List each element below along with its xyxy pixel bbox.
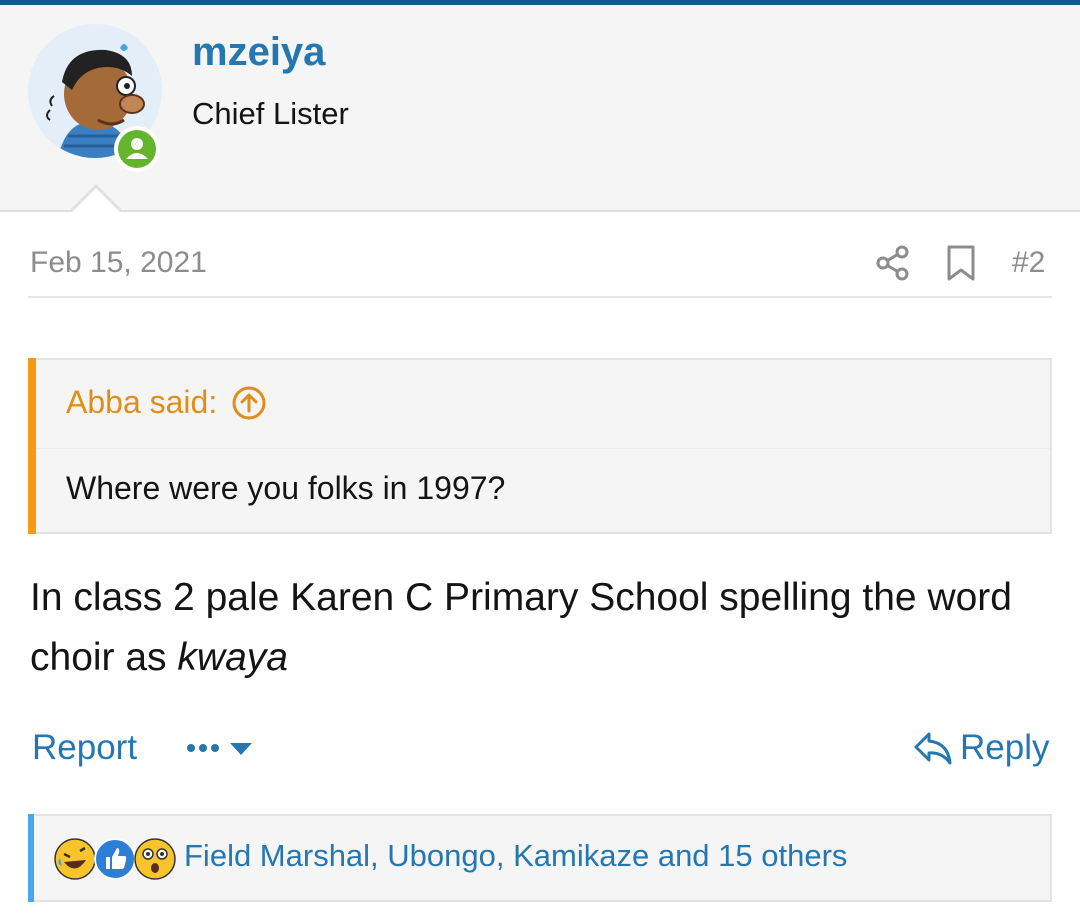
wow-emoji-icon (134, 838, 176, 880)
bookmark-icon[interactable] (944, 243, 978, 283)
post-body: In class 2 pale Karen C Primary School s… (30, 568, 1040, 688)
meta-divider (28, 296, 1052, 298)
reply-arrow-icon (914, 732, 952, 765)
quote-accent-bar (28, 358, 36, 534)
arrow-up-circle-icon[interactable] (231, 385, 267, 421)
more-options-menu[interactable] (186, 736, 256, 760)
laugh-emoji-icon (54, 838, 96, 880)
user-info-block (0, 5, 1080, 212)
online-status-badge (114, 126, 160, 172)
post-date[interactable]: Feb 15, 2021 (30, 246, 207, 280)
reply-label[interactable]: Reply (960, 728, 1049, 768)
post-text-italic: kwaya (177, 636, 288, 679)
reactions-accent-bar (28, 814, 34, 902)
quote-separator (36, 448, 1050, 449)
user-title: Chief Lister (192, 96, 349, 131)
like-thumb-icon (94, 838, 136, 880)
ellipsis-caret-icon (187, 743, 252, 755)
reply-button[interactable]: Reply (912, 728, 1049, 768)
quote-author[interactable]: Abba said: (66, 384, 217, 421)
username-link[interactable]: mzeiya (192, 30, 325, 75)
post-number-link[interactable]: #2 (1012, 246, 1045, 280)
quote-header[interactable]: Abba said: (66, 384, 267, 421)
quote-text: Where were you folks in 1997? (66, 470, 506, 506)
reaction-users-link[interactable]: Field Marshal, Ubongo, Kamikaze and 15 o… (184, 838, 847, 874)
share-icon[interactable] (874, 243, 914, 283)
user-block-caret-inner (72, 188, 120, 212)
person-online-icon (118, 130, 156, 168)
report-link[interactable]: Report (32, 728, 137, 768)
reaction-icons[interactable] (54, 838, 180, 884)
